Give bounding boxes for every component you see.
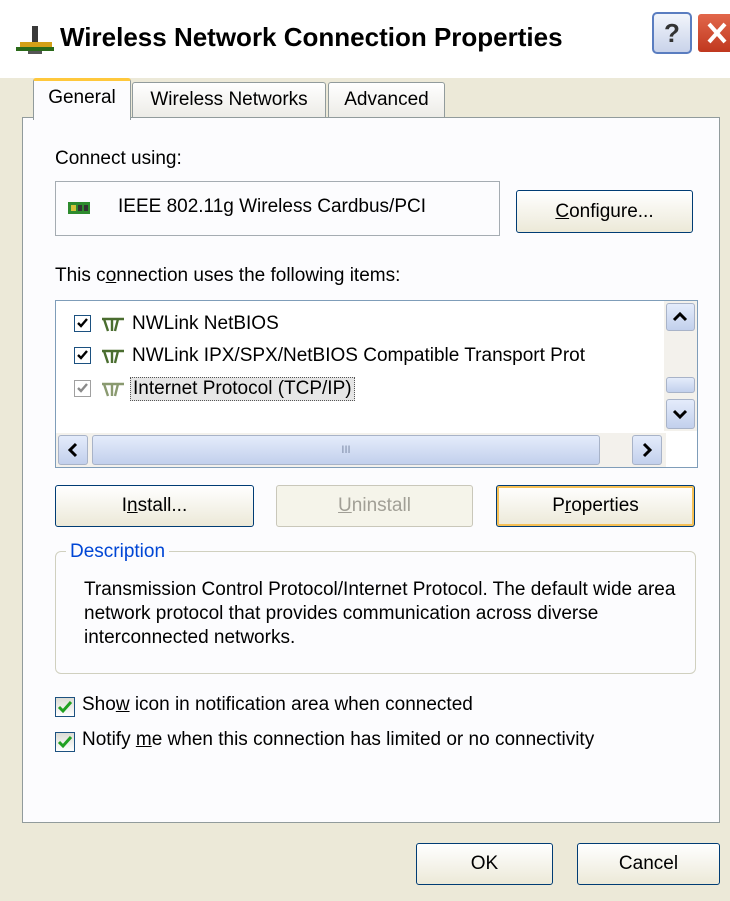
notify-checkbox[interactable] [55, 732, 75, 752]
properties-label-post: operties [571, 495, 639, 516]
item-label: Internet Protocol (TCP/IP) [130, 377, 355, 401]
list-item[interactable]: NWLink IPX/SPX/NetBIOS Compatible Transp… [56, 343, 661, 369]
tab-advanced[interactable]: Advanced [328, 82, 445, 118]
notify-label-mnemonic: m [135, 729, 152, 750]
uninstall-label-post: ninstall [351, 495, 411, 516]
adapter-field: IEEE 802.11g Wireless Cardbus/PCI [55, 181, 500, 236]
notify-label-post: e when this connection has limited or no… [151, 729, 595, 750]
horizontal-scrollbar[interactable]: III [56, 433, 666, 467]
ok-button[interactable]: OK [416, 843, 553, 885]
description-legend: Description [66, 541, 170, 563]
items-label-mnemonic: o [105, 265, 117, 286]
check-icon [57, 701, 73, 714]
tab-wireless-networks[interactable]: Wireless Networks [132, 82, 326, 118]
help-button[interactable]: ? [652, 12, 692, 54]
show-icon-label: Show icon in notification area when conn… [82, 694, 473, 716]
components-list[interactable]: NWLink NetBIOS NWLink IPX/SPX/NetBIOS Co… [55, 300, 698, 468]
configure-label-mnemonic: C [555, 201, 570, 222]
item-label: NWLink NetBIOS [132, 313, 279, 334]
chevron-down-icon [672, 409, 688, 420]
configure-label-post: onfigure... [569, 201, 654, 222]
check-icon [77, 318, 88, 328]
chevron-up-icon [672, 311, 688, 322]
item-checkbox[interactable] [74, 380, 91, 397]
chevron-left-icon [67, 442, 78, 458]
chevron-right-icon [642, 442, 653, 458]
uninstall-label-mnemonic: U [338, 495, 352, 516]
items-label-pre: This c [55, 265, 106, 286]
adapter-name: IEEE 802.11g Wireless Cardbus/PCI [118, 196, 427, 217]
scroll-thumb-horizontal[interactable]: III [92, 435, 600, 465]
configure-button[interactable]: Configure... [516, 190, 693, 233]
uninstall-button[interactable]: Uninstall [276, 485, 473, 527]
protocol-icon [102, 349, 124, 364]
show-icon-label-post: icon in notification area when connected [129, 694, 473, 715]
protocol-icon [102, 382, 124, 397]
properties-label-pre: P [552, 495, 565, 516]
notify-label-pre: Notify [82, 729, 136, 750]
item-checkbox[interactable] [74, 315, 91, 332]
install-label-post: stall... [137, 495, 188, 516]
show-icon-option[interactable]: Show icon in notification area when conn… [55, 694, 615, 720]
title-bar: Wireless Network Connection Properties ? [0, 0, 730, 78]
scroll-down-button[interactable] [666, 399, 695, 429]
vertical-scrollbar[interactable] [664, 301, 697, 431]
items-label: This connection uses the following items… [55, 265, 400, 287]
properties-button[interactable]: Properties [496, 485, 695, 527]
tab-general[interactable]: General [33, 78, 131, 120]
close-button[interactable] [696, 12, 730, 54]
install-label-mnemonic: n [127, 495, 138, 516]
check-icon [77, 350, 88, 360]
scroll-right-button[interactable] [632, 435, 662, 465]
close-icon [707, 22, 727, 44]
show-icon-label-mnemonic: w [115, 694, 130, 715]
show-icon-label-pre: Sho [82, 694, 116, 715]
check-icon [77, 383, 88, 393]
notify-label: Notify me when this connection has limit… [82, 729, 594, 751]
window-title: Wireless Network Connection Properties [60, 22, 563, 52]
scroll-thumb[interactable] [666, 377, 695, 393]
network-card-icon [68, 202, 90, 214]
item-label: NWLink IPX/SPX/NetBIOS Compatible Transp… [132, 345, 586, 366]
items-label-post: nnection uses the following items: [116, 265, 401, 286]
notify-option[interactable]: Notify me when this connection has limit… [55, 729, 695, 755]
scroll-left-button[interactable] [58, 435, 88, 465]
list-item[interactable]: NWLink NetBIOS [56, 311, 661, 337]
protocol-icon [102, 317, 124, 332]
show-icon-checkbox[interactable] [55, 697, 75, 717]
item-checkbox[interactable] [74, 347, 91, 364]
description-text: Transmission Control Protocol/Internet P… [84, 579, 676, 648]
connect-using-label: Connect using: [55, 148, 182, 169]
scroll-up-button[interactable] [666, 303, 695, 331]
cancel-button[interactable]: Cancel [577, 843, 720, 885]
network-connection-icon [16, 26, 54, 54]
scroll-grip: III [341, 444, 351, 456]
check-icon [57, 736, 73, 749]
list-item-selected[interactable]: Internet Protocol (TCP/IP) [56, 375, 661, 403]
install-button[interactable]: Install... [55, 485, 254, 527]
